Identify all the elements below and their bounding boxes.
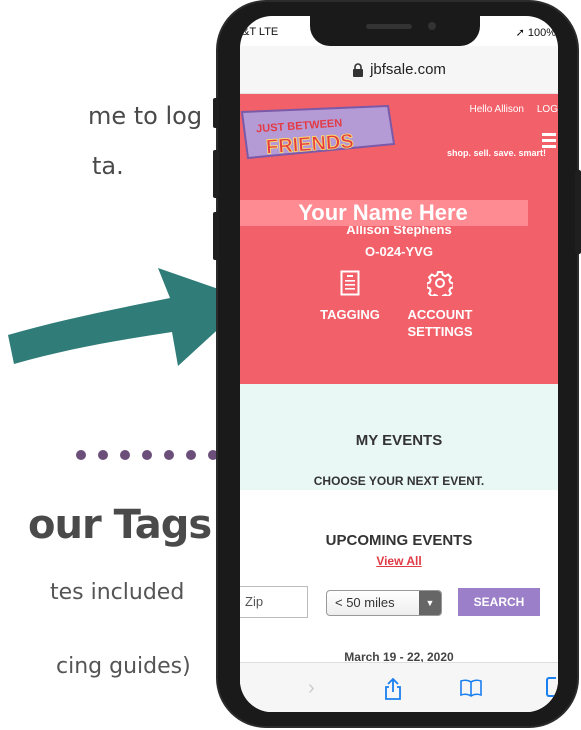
consignor-id: O-024-YVG [365,244,433,259]
slide-heading: our Tags [28,502,212,548]
greeting-text: Hello Allison [469,104,524,115]
zip-input[interactable]: Zip [240,586,308,618]
address-bar[interactable]: jbfsale.com [240,46,558,94]
distance-value: < 50 miles [335,595,395,610]
phone-side-button [213,212,219,260]
upcoming-events-title: UPCOMING EVENTS [325,532,473,549]
account-settings-label: ACCOUNT SETTINGS [407,307,473,339]
logo-text-bottom: FRIENDS [265,131,354,159]
my-events-title: MY EVENTS [355,432,443,449]
view-all-link[interactable]: View All [240,554,558,568]
site-header: JUST BETWEEN FRIENDS Hello Allison LOG s… [240,94,558,186]
hamburger-menu-icon[interactable] [542,132,556,148]
lock-icon [353,62,364,77]
phone-side-button [213,98,219,128]
url-text: jbfsale.com [370,61,446,78]
tagging-label: TAGGING [320,307,380,322]
jbf-logo[interactable]: JUST BETWEEN FRIENDS [240,104,398,162]
gear-icon [427,271,453,296]
forward-icon[interactable]: › [308,677,315,700]
slide-text-line1: me to log [88,102,203,130]
share-icon[interactable] [384,677,402,701]
chevron-down-icon: ▼ [419,591,441,615]
phone-side-button [575,170,581,254]
phone-screen: &T LTE ➚ 100% jbfsale.com JUST BETWEEN F… [240,16,558,712]
logout-link[interactable]: LOG [537,104,558,115]
choose-event-text: CHOOSE YOUR NEXT EVENT. [313,474,485,488]
slide-text-line2: ta. [92,152,124,180]
my-events-section: MY EVENTS CHOOSE YOUR NEXT EVENT. [240,384,558,490]
distance-select[interactable]: < 50 miles ▼ [326,590,442,616]
safari-toolbar: › [240,662,558,712]
name-placeholder-overlay: Your Name Here [240,200,528,226]
search-button[interactable]: SEARCH [458,588,540,616]
document-icon [340,270,360,296]
tagging-button[interactable]: TAGGING [310,270,390,323]
battery-indicator: ➚ 100% [515,27,556,39]
carrier-label: &T LTE [242,26,279,38]
account-panel: Allison Stephens Your Name Here O-024-YV… [240,186,558,384]
phone-notch [310,16,480,46]
account-settings-button[interactable]: ACCOUNT SETTINGS [390,270,490,340]
tabs-icon[interactable] [546,677,556,697]
slide-subtext-1: tes included [50,580,185,605]
slide-subtext-2: cing guides) [56,654,191,679]
site-tagline: shop. sell. save. smart! [446,148,546,158]
phone-side-button [213,150,219,198]
bookmarks-icon[interactable] [460,679,482,697]
